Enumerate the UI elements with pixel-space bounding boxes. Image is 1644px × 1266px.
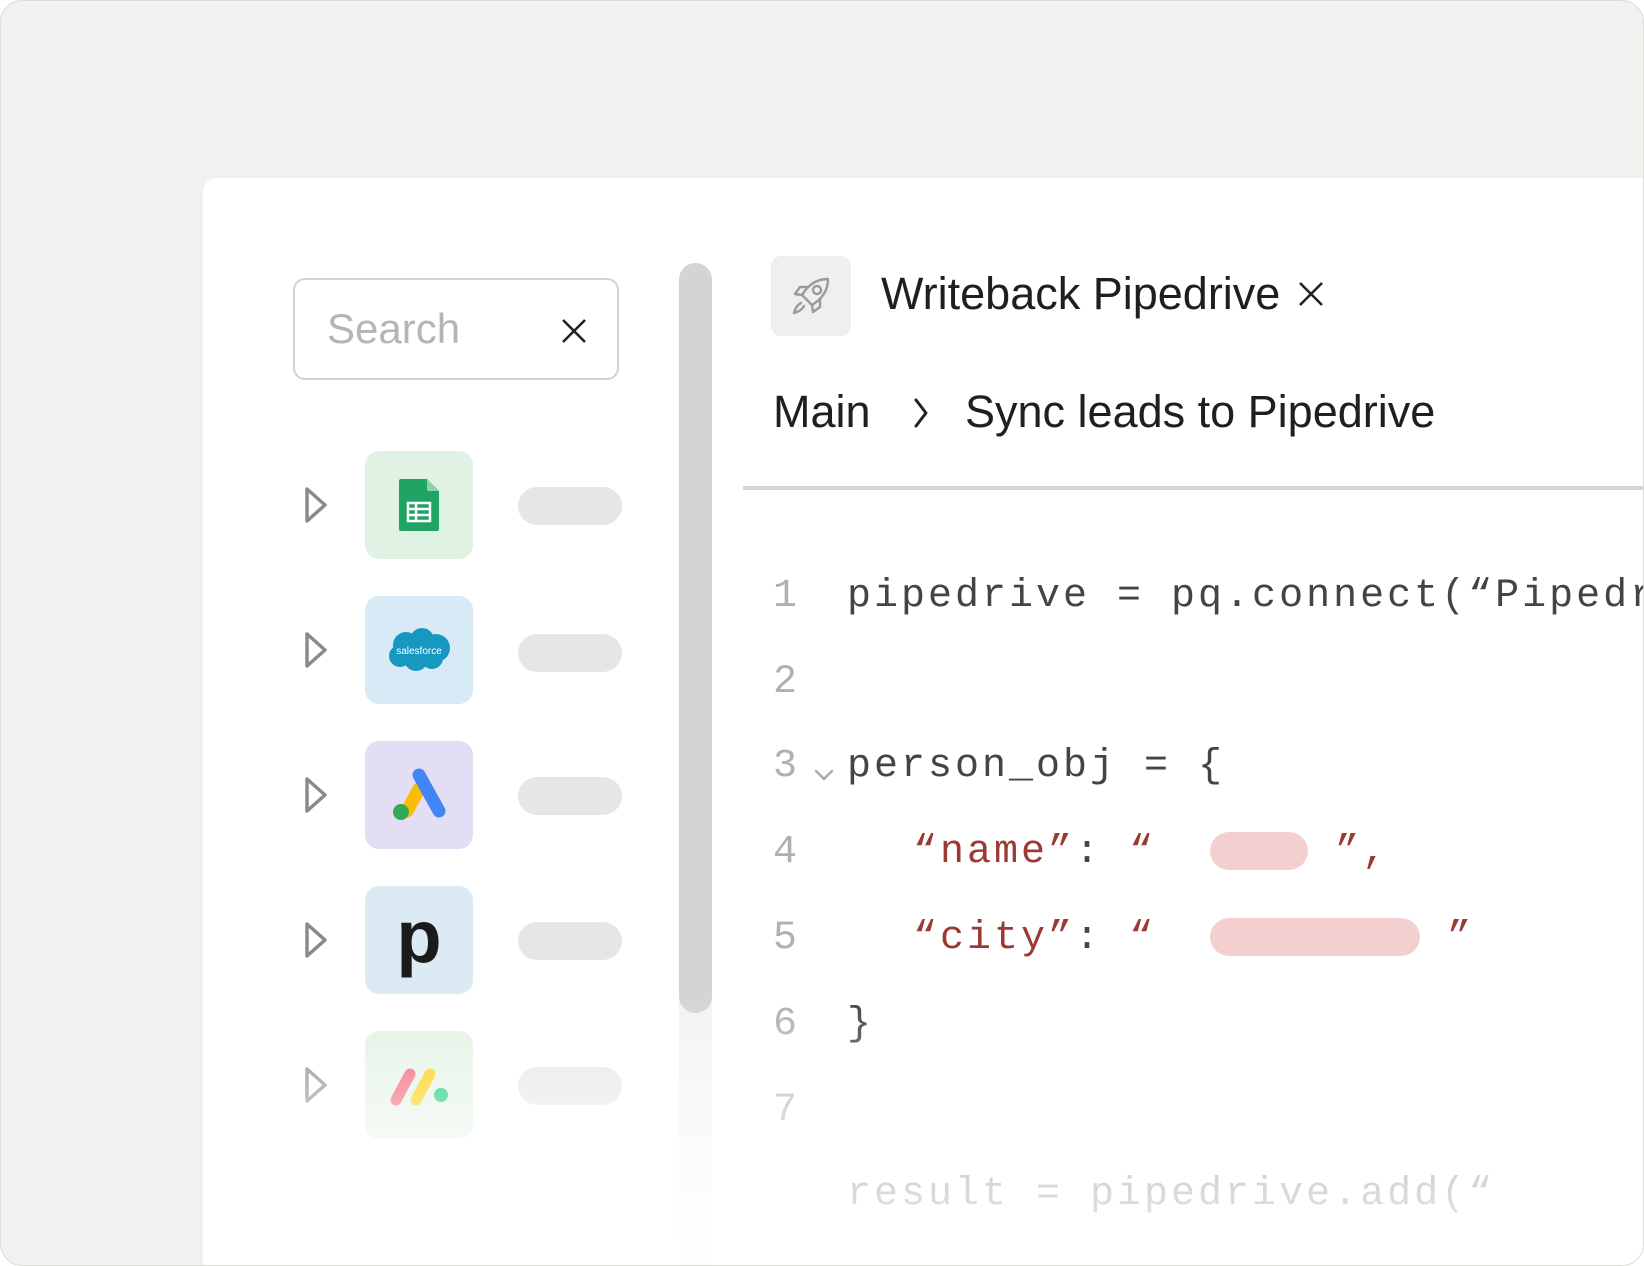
code-line-6[interactable]: 6 } — [773, 1002, 917, 1062]
breadcrumb-main[interactable]: Main — [773, 386, 871, 438]
google-sheets-icon — [365, 451, 473, 559]
scrollbar-thumb[interactable] — [679, 263, 712, 1013]
line-number: 5 — [773, 916, 798, 961]
code-text: person_obj = { — [847, 744, 1226, 789]
line-number: 6 — [773, 1002, 798, 1047]
line-number: 7 — [773, 1088, 798, 1133]
redacted-value — [1210, 832, 1309, 871]
line-number: 3 — [773, 744, 798, 789]
item-label-placeholder — [518, 777, 622, 815]
code-text: } — [847, 1002, 875, 1047]
sidebar-item-monday[interactable] — [303, 1031, 633, 1139]
code-line-8[interactable]: result = pipedrive.add(“ — [773, 1172, 1492, 1232]
redacted-value — [1210, 918, 1421, 957]
item-label-placeholder — [518, 922, 622, 960]
close-tab-icon[interactable] — [1297, 280, 1325, 308]
code-line-3[interactable]: 3 person_obj = { — [773, 744, 1222, 804]
app-window: salesforce p — [0, 0, 1644, 1266]
code-text: pipedrive = pq.connect(“Pipedr — [847, 574, 1644, 619]
google-ads-icon — [365, 741, 473, 849]
salesforce-logo-text: salesforce — [396, 646, 442, 657]
json-key: “name” — [913, 830, 1076, 875]
colon: : — [1075, 830, 1103, 875]
sidebar-item-google-ads[interactable] — [303, 741, 633, 849]
colon: : — [1075, 916, 1103, 961]
code-line-5[interactable]: 5 “city”: “ ” — [773, 916, 1471, 976]
code-line-2[interactable]: 2 — [773, 660, 917, 720]
open-quote: “ — [1129, 916, 1157, 961]
pipedrive-logo-text: p — [396, 894, 442, 978]
sidebar-item-google-sheets[interactable] — [303, 451, 633, 559]
line-number: 1 — [773, 574, 798, 619]
expand-arrow-icon[interactable] — [303, 775, 329, 815]
expand-arrow-icon[interactable] — [303, 485, 329, 525]
pipedrive-icon: p — [365, 886, 473, 994]
search-input[interactable] — [325, 304, 549, 354]
breadcrumb-current[interactable]: Sync leads to Pipedrive — [965, 386, 1435, 438]
code-text: result = pipedrive.add(“ — [847, 1172, 1496, 1217]
line-number: 2 — [773, 660, 798, 705]
tab-title[interactable]: Writeback Pipedrive — [881, 268, 1280, 320]
code-line-1[interactable]: 1 pipedrive = pq.connect(“Pipedr — [773, 574, 1643, 634]
chevron-right-icon — [914, 398, 928, 428]
fold-chevron-icon[interactable] — [813, 768, 835, 782]
item-label-placeholder — [518, 1067, 622, 1105]
monday-icon — [365, 1031, 473, 1139]
json-key: “city” — [913, 916, 1076, 961]
code-text: “city”: “ ” — [913, 916, 1474, 961]
open-quote: “ — [1129, 830, 1157, 875]
sidebar-item-salesforce[interactable]: salesforce — [303, 596, 633, 704]
expand-arrow-icon[interactable] — [303, 920, 329, 960]
expand-arrow-icon[interactable] — [303, 1065, 329, 1105]
line-number: 4 — [773, 830, 798, 875]
item-label-placeholder — [518, 487, 622, 525]
search-box[interactable] — [293, 278, 619, 380]
sidebar-item-pipedrive[interactable]: p — [303, 886, 633, 994]
clear-search-icon[interactable] — [559, 316, 589, 346]
item-label-placeholder — [518, 634, 622, 672]
salesforce-icon: salesforce — [365, 596, 473, 704]
rocket-icon — [771, 256, 851, 336]
code-line-4[interactable]: 4 “name”: “ ”, — [773, 830, 1386, 890]
expand-arrow-icon[interactable] — [303, 630, 329, 670]
close-quote: ” — [1447, 916, 1475, 961]
header-divider — [743, 486, 1643, 490]
close-quote: ”, — [1335, 830, 1390, 875]
main-panel: salesforce p — [203, 178, 1643, 1265]
code-line-7[interactable]: 7 — [773, 1088, 917, 1148]
code-text: “name”: “ ”, — [913, 830, 1389, 875]
